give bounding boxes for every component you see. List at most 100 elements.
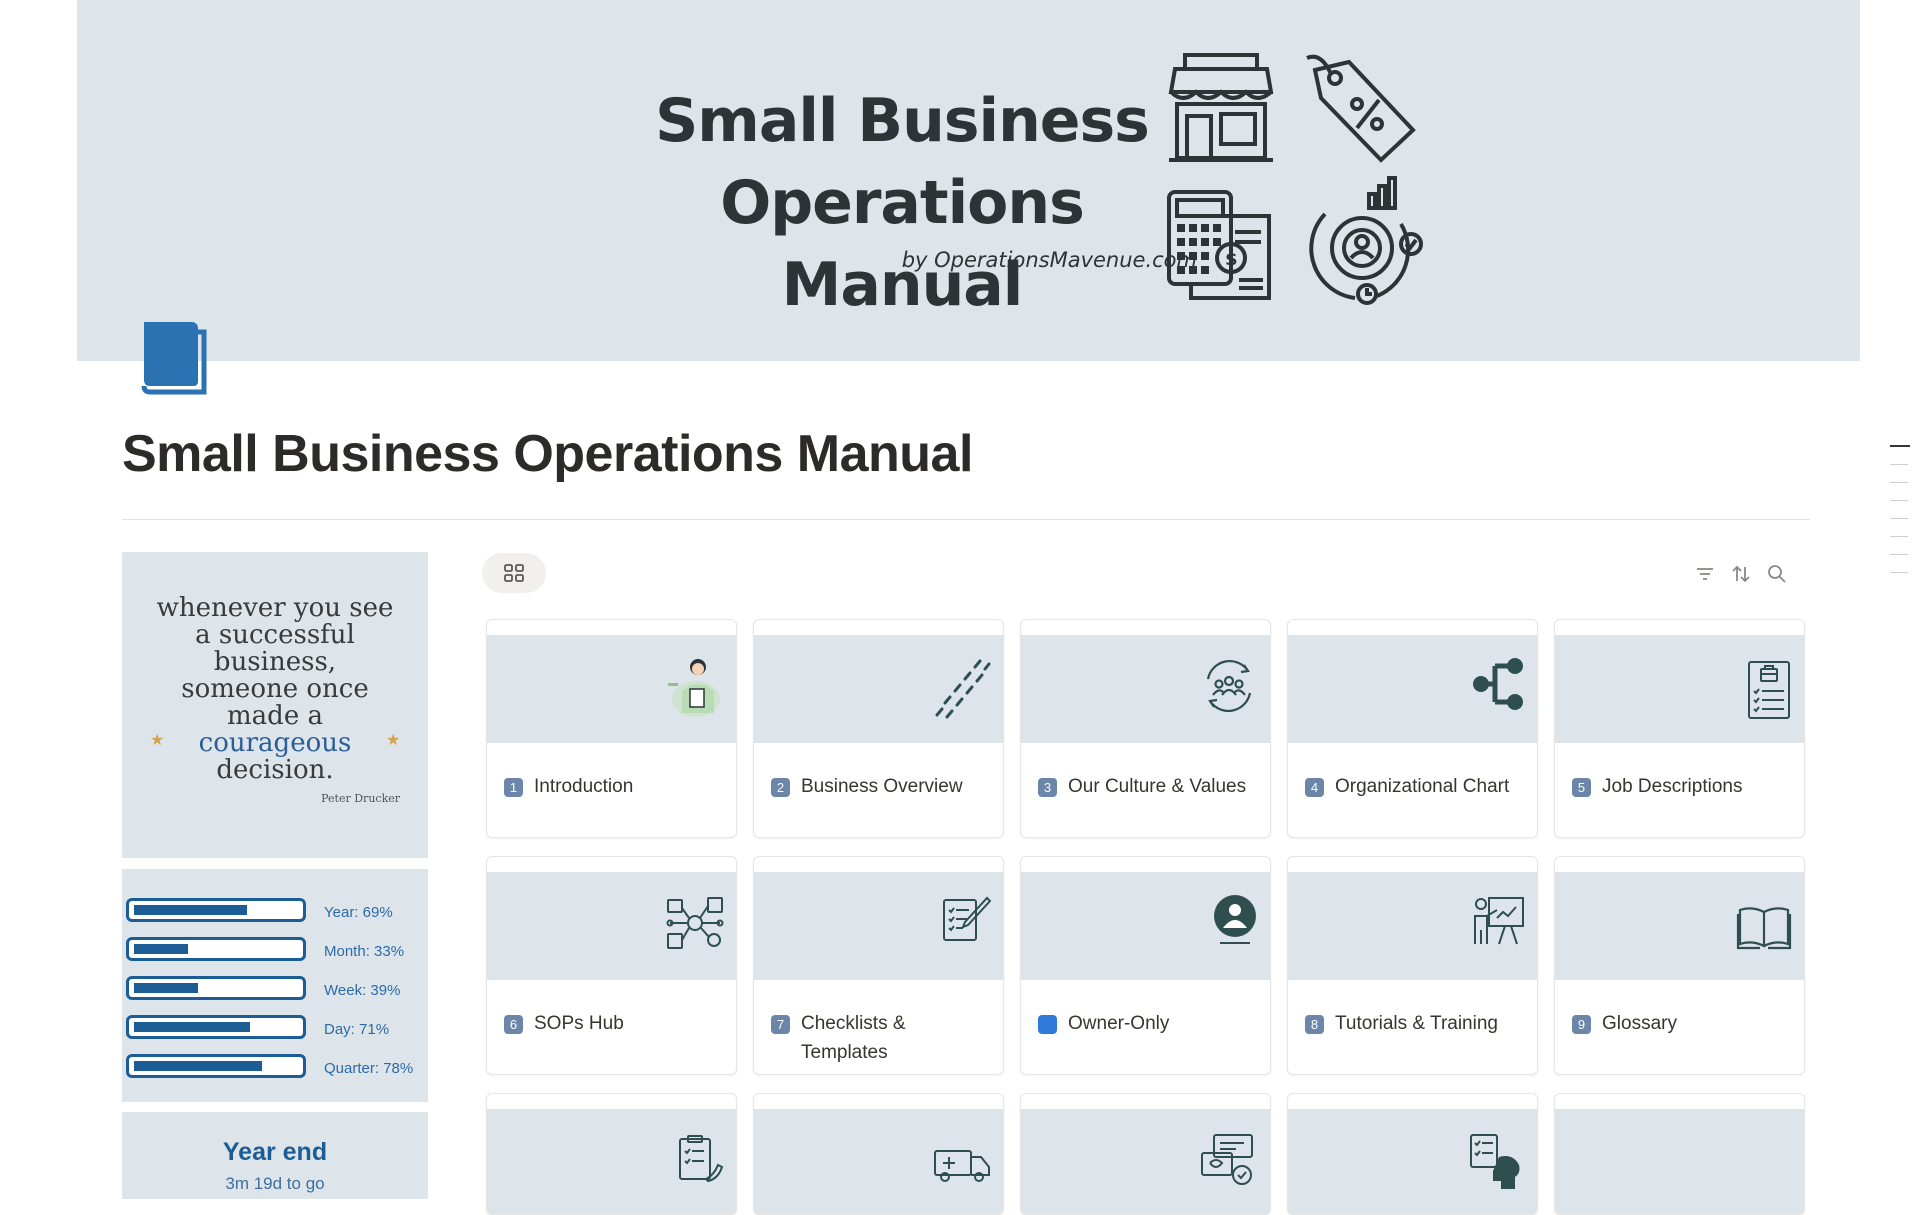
- gallery-card[interactable]: [753, 1093, 1004, 1215]
- document-checklist-icon: [679, 1135, 724, 1183]
- progress-bar: [126, 1015, 306, 1039]
- progress-bar: [126, 1054, 306, 1078]
- gallery-card-organizational-chart[interactable]: 4 Organizational Chart: [1287, 619, 1538, 838]
- gallery-card-sops-hub[interactable]: 6 SOPs Hub: [486, 856, 737, 1075]
- price-tag-icon: [1306, 54, 1416, 163]
- mind-checklist-icon: [1470, 1134, 1520, 1189]
- card-title: Organizational Chart: [1335, 776, 1510, 797]
- progress-label: Month: 33%: [324, 943, 405, 960]
- team-cycle-icon: [1206, 659, 1252, 713]
- org-chart-icon: [1473, 658, 1523, 710]
- progress-fill: [134, 905, 247, 915]
- card-cover: [1288, 872, 1537, 980]
- card-title: Checklists & Templates: [801, 1013, 906, 1063]
- progress-fill: [134, 1061, 262, 1071]
- card-cover: [487, 635, 736, 743]
- cover-title: Small Business Operations Manual: [597, 80, 1207, 326]
- card-cover: [1021, 635, 1270, 743]
- sort-icon[interactable]: [1730, 563, 1752, 585]
- card-cover: [754, 1109, 1003, 1214]
- card-cover: [1021, 1109, 1270, 1214]
- presentation-icon: [1474, 897, 1524, 945]
- card-cover: [1021, 872, 1270, 980]
- year-end-title: Year end: [222, 1138, 328, 1166]
- year-end-countdown: 3m 19d to go: [225, 1174, 325, 1193]
- gallery-card-tutorials-training[interactable]: 8 Tutorials & Training: [1287, 856, 1538, 1075]
- card-title: Tutorials & Training: [1335, 1013, 1498, 1034]
- operations-gear-icon: [1309, 176, 1423, 305]
- page-title: Small Business Operations Manual: [122, 425, 973, 483]
- gallery-card-our-culture-values[interactable]: 3 Our Culture & Values: [1020, 619, 1271, 838]
- filter-icon[interactable]: [1694, 563, 1716, 585]
- card-cover: [487, 1109, 736, 1214]
- progress-label: Day: 71%: [324, 1021, 390, 1038]
- progress-bar: [126, 976, 306, 1000]
- quote-widget: whenever you see a successful business, …: [122, 552, 428, 858]
- card-title: Our Culture & Values: [1068, 776, 1247, 797]
- star-right-icon: ★: [386, 730, 401, 749]
- progress-bar: [126, 937, 306, 961]
- card-title: Glossary: [1602, 1013, 1677, 1034]
- progress-row-year: Year: 69%: [126, 898, 426, 928]
- card-title: Introduction: [534, 776, 634, 797]
- progress-row-week: Week: 39%: [126, 976, 426, 1006]
- gallery-card-introduction[interactable]: 1 Introduction: [486, 619, 737, 838]
- quote-accent-word: courageous: [198, 728, 352, 758]
- storefront-icon: [1168, 53, 1274, 162]
- gallery-card-glossary[interactable]: 9 Glossary: [1554, 856, 1805, 1075]
- page-cover: Small Business Operations Manual by Oper…: [77, 0, 1860, 361]
- card-cover: [1288, 635, 1537, 743]
- progress-label: Week: 39%: [324, 982, 401, 999]
- gallery-grid-icon: [504, 564, 524, 582]
- cover-title-line2: Operations Manual: [720, 168, 1085, 320]
- card-cover: [1555, 1109, 1804, 1214]
- card-cover: [487, 872, 736, 980]
- progress-bar: [126, 898, 306, 922]
- process-network-icon: [666, 897, 724, 949]
- footsteps-icon: [935, 659, 991, 719]
- owner-only-icon: [1214, 895, 1256, 944]
- card-cover: [754, 872, 1003, 980]
- quote-text-end: decision.: [216, 755, 334, 785]
- svg-text:$: $: [1225, 249, 1238, 270]
- card-title: Owner-Only: [1068, 1013, 1170, 1034]
- table-of-contents-minimap[interactable]: [1890, 445, 1910, 590]
- star-left-icon: ★: [150, 730, 165, 749]
- title-divider: [122, 519, 1810, 520]
- card-title: Job Descriptions: [1602, 776, 1743, 797]
- gallery-card[interactable]: [486, 1093, 737, 1215]
- progress-fill: [134, 983, 198, 993]
- open-book-icon: [1736, 907, 1792, 950]
- progress-label: Year: 69%: [324, 904, 393, 921]
- ambulance-icon: [934, 1150, 990, 1182]
- card-title: SOPs Hub: [534, 1013, 624, 1034]
- job-document-icon: [1748, 661, 1790, 719]
- progress-row-quarter: Quarter: 78%: [126, 1054, 426, 1084]
- search-icon[interactable]: [1766, 563, 1788, 585]
- card-cover: [1555, 872, 1804, 980]
- progress-fill: [134, 1022, 250, 1032]
- card-cover: [1288, 1109, 1537, 1214]
- progress-widget: Year: 69% Month: 33% Week: 39% Day: 71% …: [122, 869, 428, 1102]
- card-title: Business Overview: [801, 776, 963, 797]
- quote-author: Peter Drucker: [321, 792, 400, 805]
- gallery-view-button[interactable]: [482, 553, 546, 593]
- gallery-card-job-descriptions[interactable]: 5 Job Descriptions: [1554, 619, 1805, 838]
- checklist-pen-icon: [943, 896, 991, 941]
- cover-title-line1: Small Business: [655, 86, 1150, 156]
- gallery-card[interactable]: [1554, 1093, 1805, 1215]
- gallery-card[interactable]: [1020, 1093, 1271, 1215]
- card-cover: [1555, 635, 1804, 743]
- quote-text-start: whenever you see a successful business, …: [156, 593, 394, 731]
- cover-byline: by OperationsMavenue.com: [901, 248, 1197, 272]
- gallery-card[interactable]: [1287, 1093, 1538, 1215]
- calculator-invoice-icon: $: [1167, 190, 1271, 300]
- gallery-card-checklists-templates[interactable]: 7 Checklists & Templates: [753, 856, 1004, 1075]
- progress-row-day: Day: 71%: [126, 1015, 426, 1045]
- gallery-card-business-overview[interactable]: 2 Business Overview: [753, 619, 1004, 838]
- quote-text: whenever you see a successful business, …: [152, 595, 398, 784]
- person-clipboard-icon: [668, 659, 720, 717]
- gallery-card-owner-only[interactable]: Owner-Only: [1020, 856, 1271, 1075]
- progress-row-month: Month: 33%: [126, 937, 426, 967]
- card-cover: [754, 635, 1003, 743]
